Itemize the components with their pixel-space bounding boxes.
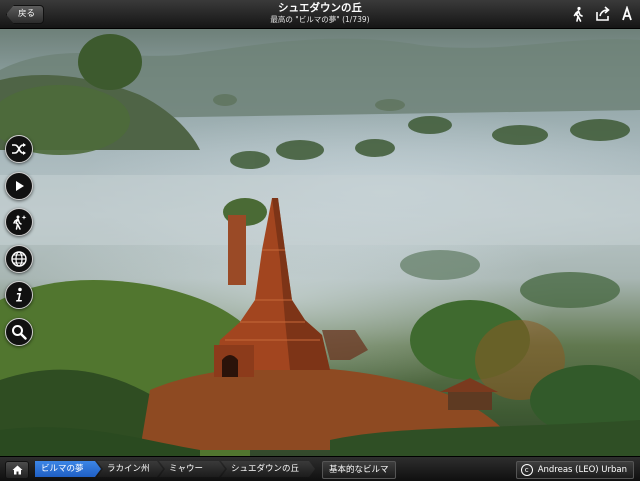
play-button[interactable] bbox=[5, 171, 33, 200]
search-button[interactable] bbox=[5, 317, 33, 346]
sparkle-person-icon bbox=[13, 215, 27, 230]
back-button[interactable]: 戻る bbox=[6, 5, 45, 24]
title-area: シュエダウンの丘 最高の "ビルマの夢" (1/739) bbox=[150, 2, 490, 25]
info-icon bbox=[16, 287, 22, 302]
sparkle-person-button[interactable] bbox=[5, 208, 33, 236]
copyright-icon: c bbox=[520, 464, 533, 476]
side-toolbar bbox=[5, 135, 35, 354]
home-button[interactable] bbox=[5, 461, 29, 479]
share-icon[interactable] bbox=[595, 6, 611, 22]
page-subtitle: 最高の "ビルマの夢" (1/739) bbox=[270, 15, 370, 24]
walk-icon[interactable] bbox=[570, 6, 586, 22]
background-photo bbox=[0, 0, 640, 480]
play-icon bbox=[16, 180, 24, 191]
page-title: シュエダウンの丘 bbox=[278, 2, 362, 14]
breadcrumb-item-mrauk-u[interactable]: ミャウー bbox=[159, 461, 225, 477]
shuffle-button[interactable] bbox=[5, 135, 33, 163]
shuffle-icon bbox=[12, 143, 26, 155]
basic-burma-button[interactable]: 基本的なビルマ bbox=[322, 461, 396, 479]
breadcrumb-item-rakhine[interactable]: ラカイン州 bbox=[97, 461, 163, 477]
font-size-icon[interactable] bbox=[619, 6, 635, 22]
breadcrumb-item-shwedaung-hill[interactable]: シュエダウンの丘 bbox=[221, 461, 315, 477]
bottom-bar: ビルマの夢 ラカイン州 ミャウー シュエダウンの丘 基本的なビルマ c Andr… bbox=[0, 456, 640, 481]
globe-button[interactable] bbox=[5, 244, 33, 273]
top-bar: 戻る シュエダウンの丘 最高の "ビルマの夢" (1/739) bbox=[0, 0, 640, 29]
search-icon bbox=[12, 324, 27, 340]
globe-icon bbox=[11, 250, 27, 267]
info-button[interactable] bbox=[5, 281, 33, 309]
home-icon bbox=[12, 465, 22, 475]
photo-credit-text: Andreas (LEO) Urban bbox=[537, 465, 627, 475]
photo-credit[interactable]: c Andreas (LEO) Urban bbox=[515, 461, 634, 479]
breadcrumb-item-burma-dream[interactable]: ビルマの夢 bbox=[35, 461, 101, 477]
